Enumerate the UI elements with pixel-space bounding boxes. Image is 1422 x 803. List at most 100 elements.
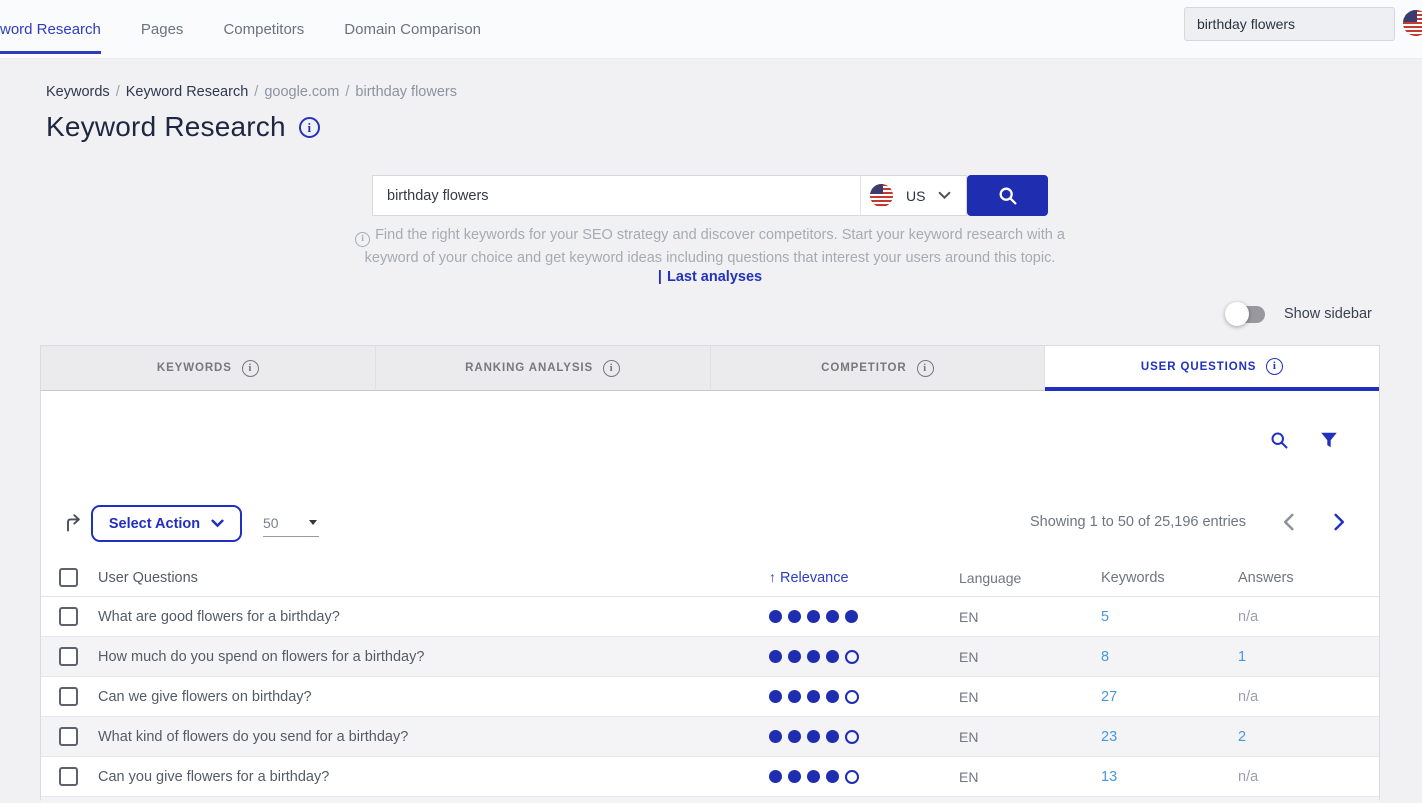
column-header-relevance[interactable]: ↑Relevance: [769, 569, 956, 586]
info-icon[interactable]: [242, 360, 259, 377]
answers-value: n/a: [1238, 769, 1258, 785]
relevance-rating: [769, 650, 956, 664]
search-description-text: Find the right keywords for your SEO str…: [365, 227, 1065, 266]
row-checkbox[interactable]: [59, 767, 78, 786]
relevance-dot-outline-icon: [845, 650, 859, 664]
relevance-dot-filled-icon: [826, 650, 839, 663]
relevance-dot-filled-icon: [826, 690, 839, 703]
column-header-keywords[interactable]: Keywords: [1097, 570, 1234, 586]
nav-item-pages[interactable]: Pages: [141, 0, 184, 58]
answers-count-link[interactable]: 2: [1238, 729, 1246, 745]
breadcrumb-item-google-com[interactable]: google.com: [264, 84, 339, 100]
export-icon: [63, 511, 85, 533]
relevance-dot-filled-icon: [845, 610, 858, 623]
tab-keywords[interactable]: KEYWORDS: [41, 346, 376, 391]
table-row: Can you give flowers for a birthday?EN13…: [41, 757, 1379, 797]
keyword-input[interactable]: [372, 175, 861, 216]
keywords-count-link[interactable]: 5: [1101, 609, 1109, 625]
row-checkbox[interactable]: [59, 727, 78, 746]
keywords-count-link[interactable]: 23: [1101, 729, 1117, 745]
language-value: EN: [956, 649, 1097, 665]
relevance-dot-filled-icon: [807, 770, 820, 783]
keywords-cell: 8: [1097, 648, 1234, 666]
user-question-text: Can we give flowers on birthday?: [98, 689, 769, 705]
country-selector[interactable]: US: [861, 175, 967, 216]
export-button[interactable]: [63, 511, 85, 533]
user-question-text: What are good flowers for a birthday?: [98, 609, 769, 625]
search-button[interactable]: [967, 175, 1048, 216]
us-flag-icon[interactable]: [1403, 10, 1422, 36]
user-question-text: How much do you spend on flowers for a b…: [98, 649, 769, 665]
info-icon[interactable]: [1266, 358, 1283, 375]
table-body: What are good flowers for a birthday? EN 5…: [41, 597, 1379, 803]
page-size-value: 50: [263, 515, 279, 531]
info-icon[interactable]: [299, 117, 320, 138]
tab-user-questions[interactable]: USER QUESTIONS: [1045, 346, 1379, 391]
show-sidebar-toggle[interactable]: [1228, 306, 1265, 323]
last-analyses-link[interactable]: Last analyses: [667, 269, 762, 285]
select-all-checkbox[interactable]: [59, 568, 78, 587]
select-action-button[interactable]: Select Action: [91, 505, 242, 542]
language-value: EN: [956, 729, 1097, 745]
breadcrumb-item-birthday-flowers: birthday flowers: [355, 84, 457, 100]
nav-item-competitors[interactable]: Competitors: [223, 0, 304, 58]
table-row: What kind of flowers do you send for a b…: [41, 717, 1379, 757]
table-search-icon[interactable]: [1269, 430, 1289, 450]
row-checkbox[interactable]: [59, 687, 78, 706]
top-nav-items: word Research Pages Competitors Domain Comp…: [0, 0, 481, 58]
answers-count-link[interactable]: 1: [1238, 649, 1246, 665]
row-checkbox-cell: [41, 727, 98, 746]
keywords-count-link[interactable]: 13: [1101, 769, 1117, 785]
search-icon: [997, 185, 1018, 206]
breadcrumb-item-keyword-research[interactable]: Keyword Research: [126, 84, 249, 100]
relevance-dot-filled-icon: [826, 770, 839, 783]
nav-item-domain-comparison[interactable]: Domain Comparison: [344, 0, 481, 58]
search-description: Find the right keywords for your SEO str…: [340, 224, 1080, 270]
tab-label: USER QUESTIONS: [1141, 361, 1256, 373]
tab-ranking-analysis[interactable]: RANKING ANALYSIS: [376, 346, 711, 391]
row-checkbox-cell: [41, 607, 98, 626]
pipe-decorator: |: [658, 269, 662, 285]
page-size-select[interactable]: 50: [263, 509, 319, 537]
filter-icon[interactable]: [1319, 430, 1339, 450]
top-search-input[interactable]: [1184, 7, 1395, 41]
row-checkbox[interactable]: [59, 647, 78, 666]
tab-label: RANKING ANALYSIS: [465, 362, 593, 374]
page-title: Keyword Research: [46, 111, 286, 143]
tab-competitor[interactable]: COMPETITOR: [711, 346, 1046, 391]
info-icon[interactable]: [917, 360, 934, 377]
next-page-button[interactable]: [1334, 513, 1350, 531]
breadcrumb: Keywords / Keyword Research / google.com…: [46, 84, 457, 100]
column-header-user-questions[interactable]: User Questions: [98, 570, 769, 586]
dropdown-arrow-icon: [309, 520, 317, 525]
relevance-dot-filled-icon: [788, 690, 801, 703]
relevance-dot-filled-icon: [826, 610, 839, 623]
keywords-cell: 5: [1097, 608, 1234, 626]
answers-cell: n/a: [1234, 768, 1379, 786]
nav-item-word-research[interactable]: word Research: [0, 0, 101, 58]
relevance-dot-outline-icon: [845, 690, 859, 704]
column-header-language[interactable]: Language: [956, 570, 1097, 586]
keywords-count-link[interactable]: 27: [1101, 689, 1117, 705]
tab-label: KEYWORDS: [157, 362, 232, 374]
row-checkbox[interactable]: [59, 607, 78, 626]
table-row-partial: [41, 797, 1379, 803]
country-code: US: [906, 188, 925, 204]
table-header: User Questions ↑Relevance Language Keywo…: [41, 559, 1379, 597]
column-header-answers[interactable]: Answers: [1234, 570, 1379, 586]
answers-cell: n/a: [1234, 608, 1379, 626]
keywords-count-link[interactable]: 8: [1101, 649, 1109, 665]
prev-page-button[interactable]: [1283, 513, 1299, 531]
info-icon[interactable]: [603, 360, 620, 377]
toggle-knob-icon[interactable]: [1225, 302, 1249, 326]
breadcrumb-item-keywords[interactable]: Keywords: [46, 84, 110, 100]
row-checkbox-cell: [41, 767, 98, 786]
table-row: What are good flowers for a birthday?EN5…: [41, 597, 1379, 637]
table-row: Can we give flowers on birthday?EN27n/a: [41, 677, 1379, 717]
table-row: How much do you spend on flowers for a b…: [41, 637, 1379, 677]
language-value: EN: [956, 769, 1097, 785]
relevance-dot-filled-icon: [769, 770, 782, 783]
relevance-dot-filled-icon: [788, 770, 801, 783]
relevance-dot-filled-icon: [807, 610, 820, 623]
relevance-dot-filled-icon: [807, 650, 820, 663]
